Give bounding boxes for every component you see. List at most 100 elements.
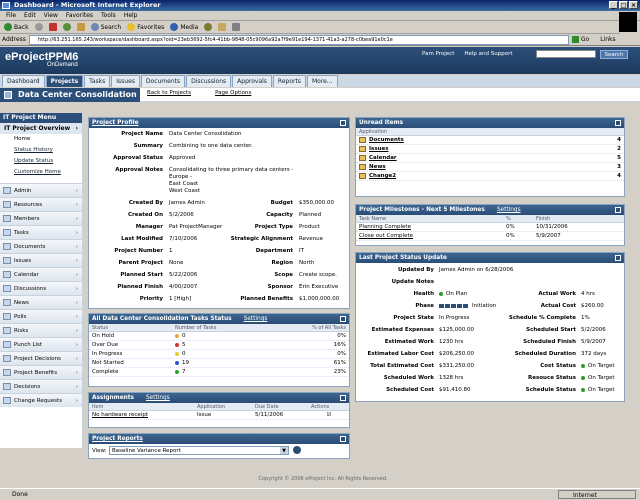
unread-label[interactable]: News bbox=[369, 164, 386, 170]
status-dot-icon bbox=[581, 387, 585, 392]
sidebar-item-punch-list[interactable]: Punch List › bbox=[0, 337, 82, 351]
unread-link[interactable]: Documents bbox=[359, 136, 404, 144]
back-to-projects-link[interactable]: Back to Projects bbox=[147, 90, 191, 96]
panel-header: All Data Center Consolidation Tasks Stat… bbox=[89, 314, 349, 324]
global-search-button[interactable]: Search bbox=[600, 50, 628, 59]
favorites-button[interactable]: Favorites bbox=[127, 23, 164, 31]
left-menu-section[interactable]: IT Project Overview › bbox=[0, 123, 82, 134]
unread-link[interactable]: News bbox=[359, 163, 386, 171]
project-profile-title[interactable]: Project Profile bbox=[92, 118, 139, 128]
global-search-input[interactable] bbox=[536, 50, 596, 58]
field-label: Budget bbox=[270, 200, 293, 206]
milestone-link[interactable]: Planning Complete bbox=[356, 223, 506, 231]
field-value-text: 372 days bbox=[581, 351, 607, 357]
menu-favorites[interactable]: Favorites bbox=[66, 11, 93, 20]
chevron-right-icon: › bbox=[75, 313, 78, 320]
menu-tools[interactable]: Tools bbox=[101, 11, 116, 20]
field-label: Capacity bbox=[266, 212, 293, 218]
milestone-link[interactable]: Close out Complete bbox=[356, 232, 506, 240]
sidebar-item-polls[interactable]: Polls › bbox=[0, 309, 82, 323]
address-input[interactable]: http://63.251.165.243/workspace/dashboar… bbox=[28, 34, 569, 45]
sidebar-item-news[interactable]: News › bbox=[0, 295, 82, 309]
unread-link[interactable]: Calendar bbox=[359, 154, 397, 162]
tab-tasks[interactable]: Tasks bbox=[84, 75, 111, 87]
user-menu-link[interactable]: Pam Project bbox=[422, 51, 454, 57]
collapse-icon[interactable] bbox=[615, 255, 621, 261]
print-button[interactable] bbox=[232, 23, 241, 31]
home-button[interactable] bbox=[76, 23, 85, 31]
field-value: 4 hrs bbox=[581, 291, 595, 297]
assignments-settings-link[interactable]: Settings bbox=[146, 393, 170, 403]
unread-label[interactable]: Documents bbox=[369, 137, 404, 143]
unread-label[interactable]: Issues bbox=[369, 146, 389, 152]
sidebar-item-resources[interactable]: Resources › bbox=[0, 197, 82, 211]
sidebar-item-members[interactable]: Members › bbox=[0, 211, 82, 225]
sidebar-item-issues[interactable]: Issues › bbox=[0, 253, 82, 267]
tab-more[interactable]: More... bbox=[306, 75, 338, 87]
menu-link-update-status[interactable]: Update Status bbox=[0, 156, 82, 167]
milestones-settings-link[interactable]: Settings bbox=[497, 205, 521, 215]
report-select[interactable]: Baseline Variance Report ▼ bbox=[109, 446, 289, 455]
collapse-icon[interactable] bbox=[340, 436, 346, 442]
field-label: Department bbox=[255, 248, 293, 254]
collapse-icon[interactable] bbox=[340, 120, 346, 126]
menu-view[interactable]: View bbox=[44, 11, 58, 20]
collapse-icon[interactable] bbox=[615, 120, 621, 126]
sidebar-item-label: Discussions bbox=[14, 285, 47, 292]
unread-link[interactable]: Change2 bbox=[359, 172, 396, 180]
go-report-button[interactable] bbox=[293, 446, 301, 454]
help-support-link[interactable]: Help and Support bbox=[464, 51, 512, 57]
refresh-button[interactable] bbox=[62, 23, 71, 31]
forward-button[interactable] bbox=[34, 23, 43, 31]
tasks-status-settings-link[interactable]: Settings bbox=[244, 314, 268, 324]
tab-issues[interactable]: Issues bbox=[111, 75, 140, 87]
page-options-link[interactable]: Page Options bbox=[215, 90, 251, 96]
project-reports-title[interactable]: Project Reports bbox=[92, 434, 143, 444]
menu-link-customize-home[interactable]: Customize Home bbox=[0, 167, 82, 178]
unread-label[interactable]: Calendar bbox=[369, 155, 397, 161]
search-button[interactable]: Search bbox=[90, 23, 121, 31]
menu-link-home[interactable]: Home bbox=[0, 134, 82, 145]
tab-reports[interactable]: Reports bbox=[272, 75, 306, 87]
go-button[interactable]: Go bbox=[571, 36, 589, 43]
collapse-icon[interactable] bbox=[340, 395, 346, 401]
minimize-button[interactable]: _ bbox=[609, 1, 618, 9]
sidebar-item-project-benefits[interactable]: Project Benefits › bbox=[0, 365, 82, 379]
sidebar-item-admin[interactable]: Admin › bbox=[0, 183, 82, 197]
sidebar-item-discussions[interactable]: Discussions › bbox=[0, 281, 82, 295]
menu-link-status-history[interactable]: Status History bbox=[0, 145, 82, 156]
collapse-icon[interactable] bbox=[340, 316, 346, 322]
menu-help[interactable]: Help bbox=[124, 11, 138, 20]
sidebar-item-decisions[interactable]: Decisions › bbox=[0, 379, 82, 393]
field-label: Planned Start bbox=[120, 272, 163, 278]
maximize-button[interactable]: □ bbox=[619, 1, 628, 9]
collapse-icon[interactable] bbox=[615, 207, 621, 213]
close-button[interactable]: × bbox=[629, 1, 638, 9]
menu-file[interactable]: File bbox=[6, 11, 16, 20]
sidebar-item-calendar[interactable]: Calendar › bbox=[0, 267, 82, 281]
tab-discussions[interactable]: Discussions bbox=[186, 75, 232, 87]
sidebar-item-tasks[interactable]: Tasks › bbox=[0, 225, 82, 239]
media-button[interactable]: Media bbox=[170, 23, 198, 31]
history-button[interactable] bbox=[204, 23, 213, 31]
stop-button[interactable] bbox=[48, 23, 57, 31]
back-button[interactable]: Back bbox=[4, 23, 29, 31]
tab-projects[interactable]: Projects bbox=[45, 75, 84, 87]
sidebar-item-label: Members bbox=[14, 215, 40, 222]
unread-link[interactable]: Issues bbox=[359, 145, 389, 153]
assignment-item-link[interactable]: No hardware receipt bbox=[89, 411, 197, 419]
unread-label[interactable]: Change2 bbox=[369, 173, 396, 179]
field-value: 5/2/2006 bbox=[169, 212, 194, 218]
sidebar-item-project-decisions[interactable]: Project Decisions › bbox=[0, 351, 82, 365]
sidebar-item-change-requests[interactable]: Change Requests › bbox=[0, 393, 82, 407]
complete-checkbox-icon[interactable]: ☑ bbox=[311, 411, 347, 419]
tab-documents[interactable]: Documents bbox=[140, 75, 186, 87]
mail-button[interactable] bbox=[218, 23, 227, 31]
menu-edit[interactable]: Edit bbox=[24, 11, 36, 20]
sidebar-item-documents[interactable]: Documents › bbox=[0, 239, 82, 253]
table-header: Status Number of Tasks % of All Tasks bbox=[89, 324, 349, 332]
links-button[interactable]: Links bbox=[600, 36, 615, 43]
tab-approvals[interactable]: Approvals bbox=[232, 75, 272, 87]
tab-dashboard[interactable]: Dashboard bbox=[2, 75, 45, 87]
sidebar-item-risks[interactable]: Risks › bbox=[0, 323, 82, 337]
